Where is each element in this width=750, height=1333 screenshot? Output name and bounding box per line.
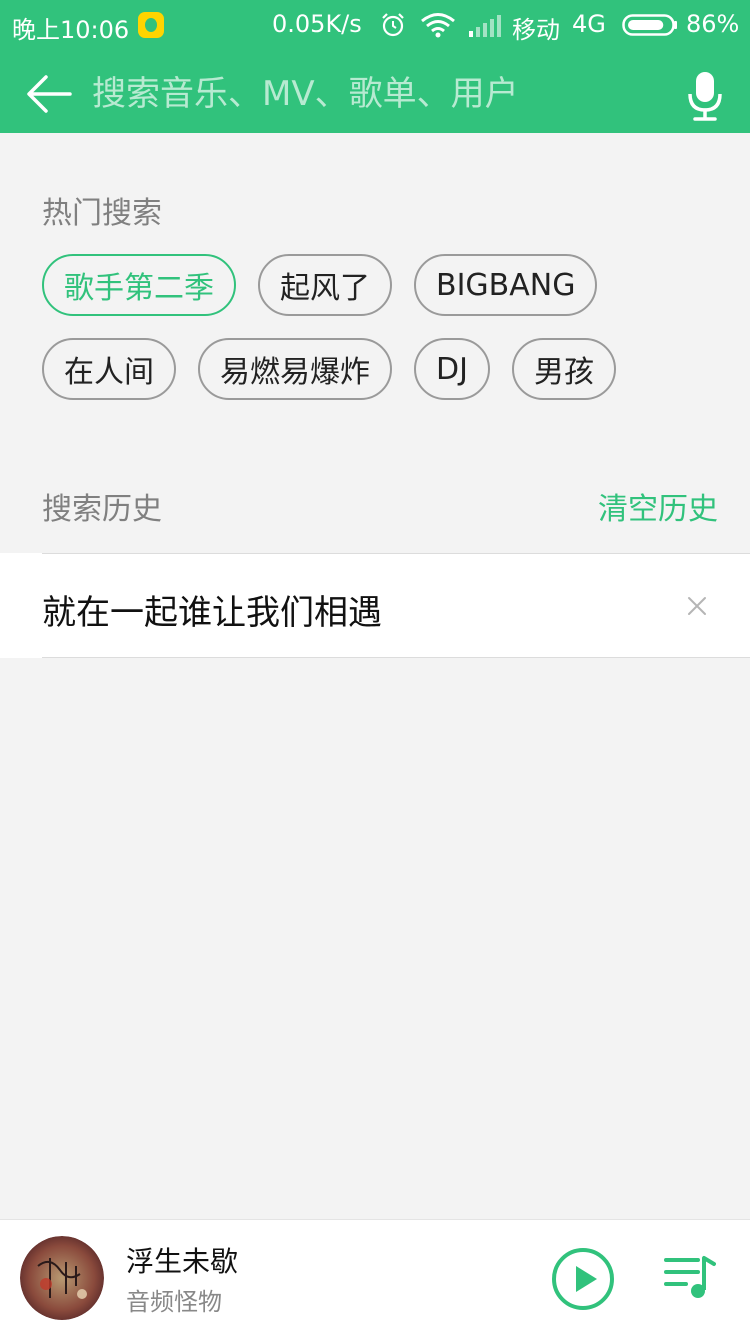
carrier-label: 移动	[512, 16, 560, 44]
hot-tag[interactable]: 男孩	[511, 338, 616, 400]
app-notification-icon	[138, 12, 164, 38]
search-header	[0, 50, 750, 133]
hot-search-tags: 歌手第二季 起风了 BIGBANG 在人间 易燃易爆炸 DJ 男孩	[42, 254, 702, 400]
hot-tag[interactable]: 歌手第二季	[42, 254, 236, 316]
mini-player[interactable]: 浮生未歇 音频怪物	[0, 1219, 750, 1333]
hot-tag[interactable]: 易燃易爆炸	[198, 338, 392, 400]
hot-search-title: 热门搜索	[42, 196, 162, 231]
history-item-text: 就在一起谁让我们相遇	[42, 593, 382, 633]
album-cover[interactable]	[20, 1236, 104, 1320]
cell-signal-icon	[469, 15, 501, 37]
divider	[42, 657, 750, 658]
status-bar: 晚上10:06 0.05K/s 移动 4G 86%	[0, 0, 750, 50]
search-input[interactable]	[92, 72, 662, 116]
song-title: 浮生未歇	[126, 1245, 239, 1278]
hot-tag[interactable]: 在人间	[42, 338, 176, 400]
divider	[42, 553, 750, 554]
artist-name: 音频怪物	[126, 1288, 222, 1316]
battery-percent: 86%	[686, 10, 740, 38]
wifi-icon	[421, 13, 455, 38]
clear-history-button[interactable]: 清空历史	[598, 484, 718, 528]
history-item[interactable]: 就在一起谁让我们相遇	[0, 553, 750, 658]
close-icon[interactable]	[682, 591, 712, 621]
play-icon[interactable]	[551, 1247, 615, 1311]
battery-icon	[622, 14, 677, 36]
hot-tag[interactable]: 起风了	[258, 254, 392, 316]
search-history-title: 搜索历史	[42, 492, 162, 527]
back-arrow-icon[interactable]	[26, 74, 72, 114]
microphone-icon[interactable]	[686, 70, 724, 122]
alarm-icon	[382, 13, 404, 37]
hot-tag[interactable]: DJ	[414, 338, 490, 400]
status-time: 晚上10:06	[12, 16, 130, 44]
hot-tag[interactable]: BIGBANG	[414, 254, 598, 316]
network-speed: 0.05K/s	[272, 10, 362, 38]
network-type: 4G	[572, 10, 606, 38]
playlist-icon[interactable]	[664, 1254, 716, 1300]
